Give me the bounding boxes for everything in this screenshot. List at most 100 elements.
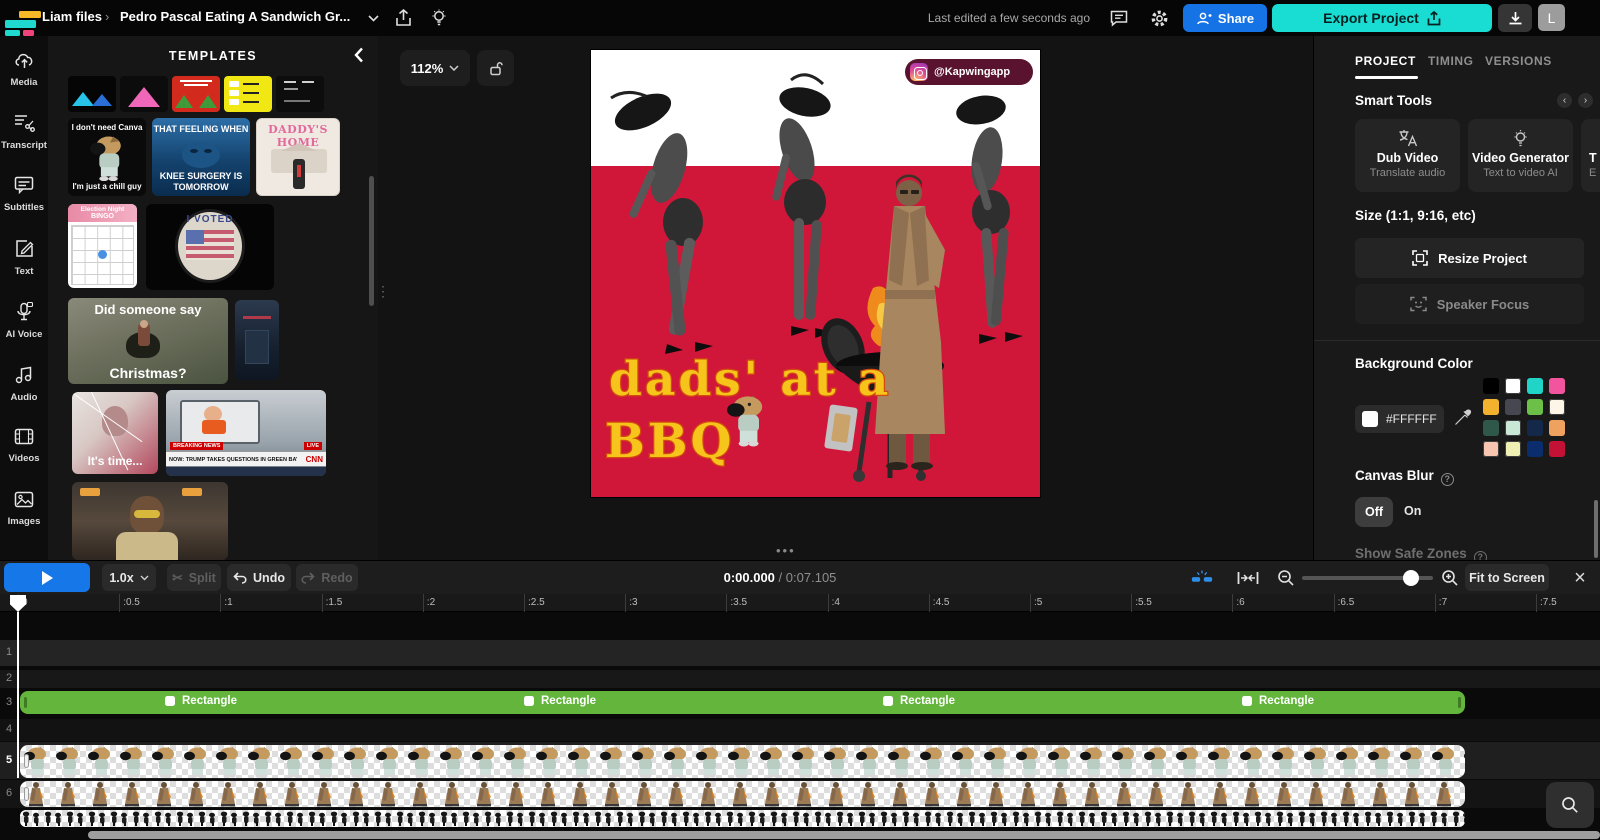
playback-speed-control[interactable]: 1.0x bbox=[102, 564, 156, 591]
canvas-caption-line2[interactable]: BBQ bbox=[604, 413, 734, 471]
template-thumb-knee-surgery[interactable]: THAT FEELING WHEN KNEE SURGERY IS TOMORR… bbox=[152, 118, 250, 196]
kapwing-logo-icon[interactable] bbox=[4, 5, 44, 36]
filmstrip-dog[interactable] bbox=[20, 745, 1465, 778]
timeline-ruler[interactable]: 0:0.5:1:1.5:2:2.5:3:3.5:4:4.5:5:5.5:6:6.… bbox=[0, 594, 1600, 612]
smart-tool-dub-video[interactable]: Dub Video Translate audio bbox=[1355, 119, 1460, 192]
template-thumb-interview[interactable] bbox=[72, 482, 228, 560]
template-thumb-chill-guy[interactable]: I don't need Canva I'm just a chill guy bbox=[68, 118, 146, 196]
split-button[interactable]: ✂ Split bbox=[167, 564, 221, 591]
trim-to-playhead-icon[interactable] bbox=[1236, 566, 1260, 590]
sidebar-item-transcript[interactable]: Transcript bbox=[0, 113, 48, 165]
templates-scrollbar[interactable] bbox=[369, 176, 374, 306]
speaker-focus-button[interactable]: Speaker Focus bbox=[1355, 284, 1584, 324]
smart-tool-video-generator[interactable]: Video Generator Text to video AI bbox=[1468, 119, 1573, 192]
color-swatch[interactable] bbox=[1549, 441, 1565, 457]
export-project-button[interactable]: Export Project bbox=[1272, 4, 1492, 32]
close-timeline-icon[interactable]: × bbox=[1566, 564, 1594, 592]
track-row-4[interactable] bbox=[0, 719, 1600, 741]
sidebar-item-audio[interactable]: Audio bbox=[0, 365, 48, 417]
color-swatch[interactable] bbox=[1483, 420, 1499, 436]
smart-trim-icon[interactable] bbox=[1190, 566, 1214, 590]
redo-button[interactable]: Redo bbox=[296, 564, 358, 591]
track-row-2[interactable] bbox=[0, 670, 1600, 688]
title-chevron-down-icon[interactable] bbox=[362, 7, 384, 29]
timeline-horizontal-scrollbar[interactable] bbox=[88, 831, 1600, 839]
panel-resize-grip[interactable]: ⋮ bbox=[376, 284, 390, 298]
color-swatch[interactable] bbox=[1483, 378, 1499, 394]
color-swatch[interactable] bbox=[1483, 441, 1499, 457]
canvas-zoom-control[interactable]: 112% bbox=[400, 50, 470, 86]
color-swatch[interactable] bbox=[1527, 378, 1543, 394]
rectangle-clip-label[interactable]: Rectangle bbox=[883, 695, 955, 707]
fit-to-screen-button[interactable]: Fit to Screen bbox=[1465, 564, 1549, 591]
timeline-zoom-slider[interactable] bbox=[1302, 570, 1433, 586]
color-swatch[interactable] bbox=[1505, 441, 1521, 457]
tab-versions[interactable]: VERSIONS bbox=[1485, 54, 1552, 68]
template-thumb-list-black[interactable] bbox=[276, 76, 324, 112]
template-thumb-audiogram-pink[interactable] bbox=[120, 76, 168, 112]
template-thumb-dark-poster[interactable] bbox=[235, 300, 279, 380]
template-thumb-audiogram-red[interactable] bbox=[172, 76, 220, 112]
sidebar-item-ai-voice[interactable]: AI Voice bbox=[0, 302, 48, 354]
instagram-badge[interactable]: @Kapwingapp bbox=[905, 59, 1033, 85]
color-swatch[interactable] bbox=[1505, 420, 1521, 436]
download-button[interactable] bbox=[1498, 4, 1532, 32]
zoom-in-icon[interactable] bbox=[1438, 566, 1462, 590]
comments-icon[interactable] bbox=[1108, 7, 1130, 29]
canvas-blur-on-button[interactable]: On bbox=[1404, 504, 1421, 518]
color-swatch[interactable] bbox=[1505, 399, 1521, 415]
template-thumb-daddys-home[interactable]: DADDY'S HOME bbox=[256, 118, 340, 196]
template-thumb-christmas[interactable]: Did someone say Christmas? bbox=[68, 298, 228, 384]
smart-tool-partial[interactable]: T E bbox=[1581, 119, 1600, 192]
user-avatar[interactable]: L bbox=[1538, 4, 1565, 31]
template-thumb-cnn-trump[interactable]: BREAKING NEWS LIVE NOW: TRUMP TAKES QUES… bbox=[166, 390, 326, 476]
template-thumb-election-bingo[interactable]: Election Night BINGO bbox=[68, 204, 137, 288]
resize-project-button[interactable]: Resize Project bbox=[1355, 238, 1584, 278]
project-title[interactable]: Pedro Pascal Eating A Sandwich Gr... bbox=[120, 9, 350, 24]
play-button[interactable] bbox=[4, 563, 90, 592]
color-swatch[interactable] bbox=[1527, 420, 1543, 436]
canvas-blur-help-icon[interactable]: ? bbox=[1440, 472, 1454, 486]
rectangle-clip-label[interactable]: Rectangle bbox=[524, 695, 596, 707]
filmstrip-man[interactable] bbox=[20, 781, 1465, 807]
canvas-lock-button[interactable] bbox=[477, 50, 514, 86]
safe-zones-help-icon[interactable]: ? bbox=[1473, 550, 1487, 560]
rectangle-clip-label[interactable]: Rectangle bbox=[165, 695, 237, 707]
sidebar-item-subtitles[interactable]: Subtitles bbox=[0, 176, 48, 228]
tab-project[interactable]: PROJECT bbox=[1355, 54, 1416, 68]
filmstrip-dancers[interactable] bbox=[20, 810, 1465, 827]
eyedropper-icon[interactable] bbox=[1454, 408, 1472, 431]
color-swatch[interactable] bbox=[1549, 420, 1565, 436]
template-thumb-its-time[interactable]: It's time... bbox=[72, 392, 158, 474]
template-thumb-audiogram-cyan[interactable] bbox=[68, 76, 116, 112]
template-thumb-i-voted[interactable]: I VOTED bbox=[146, 204, 274, 290]
timeline-search-button[interactable] bbox=[1546, 782, 1594, 828]
share-upload-icon[interactable] bbox=[392, 7, 414, 29]
undo-button[interactable]: Undo bbox=[227, 564, 291, 591]
suggestions-lightbulb-icon[interactable] bbox=[428, 7, 450, 29]
panel-scrollbar[interactable] bbox=[1594, 500, 1598, 558]
breadcrumb-workspace[interactable]: Liam files bbox=[42, 9, 102, 24]
sidebar-item-media[interactable]: Media bbox=[0, 50, 48, 102]
timeline-resize-handle[interactable]: ••• bbox=[776, 543, 796, 558]
sidebar-item-images[interactable]: Images bbox=[0, 491, 48, 543]
video-canvas[interactable]: dads' at a BBQ @Kapwingapp bbox=[591, 50, 1040, 497]
color-swatch[interactable] bbox=[1527, 441, 1543, 457]
rectangle-clip-label[interactable]: Rectangle bbox=[1242, 695, 1314, 707]
clip-trim-handle[interactable] bbox=[24, 787, 29, 801]
settings-gear-icon[interactable] bbox=[1148, 7, 1170, 29]
collapse-panel-chevron-icon[interactable] bbox=[348, 44, 370, 66]
tab-timing[interactable]: TIMING bbox=[1428, 54, 1474, 68]
track-row-1[interactable] bbox=[0, 640, 1600, 666]
share-button[interactable]: Share bbox=[1183, 4, 1267, 32]
smart-tools-next-button[interactable]: › bbox=[1578, 93, 1593, 108]
color-swatch[interactable] bbox=[1483, 399, 1499, 415]
zoom-out-icon[interactable] bbox=[1274, 566, 1298, 590]
clip-trim-handle[interactable] bbox=[24, 754, 29, 768]
canvas-blur-off-button[interactable]: Off bbox=[1355, 497, 1393, 527]
color-swatch[interactable] bbox=[1505, 378, 1521, 394]
zoom-slider-knob[interactable] bbox=[1403, 570, 1419, 586]
sidebar-item-videos[interactable]: Videos bbox=[0, 428, 48, 480]
background-hex-input[interactable]: #FFFFFF bbox=[1355, 405, 1444, 433]
template-thumb-checklist-yellow[interactable] bbox=[224, 76, 272, 112]
